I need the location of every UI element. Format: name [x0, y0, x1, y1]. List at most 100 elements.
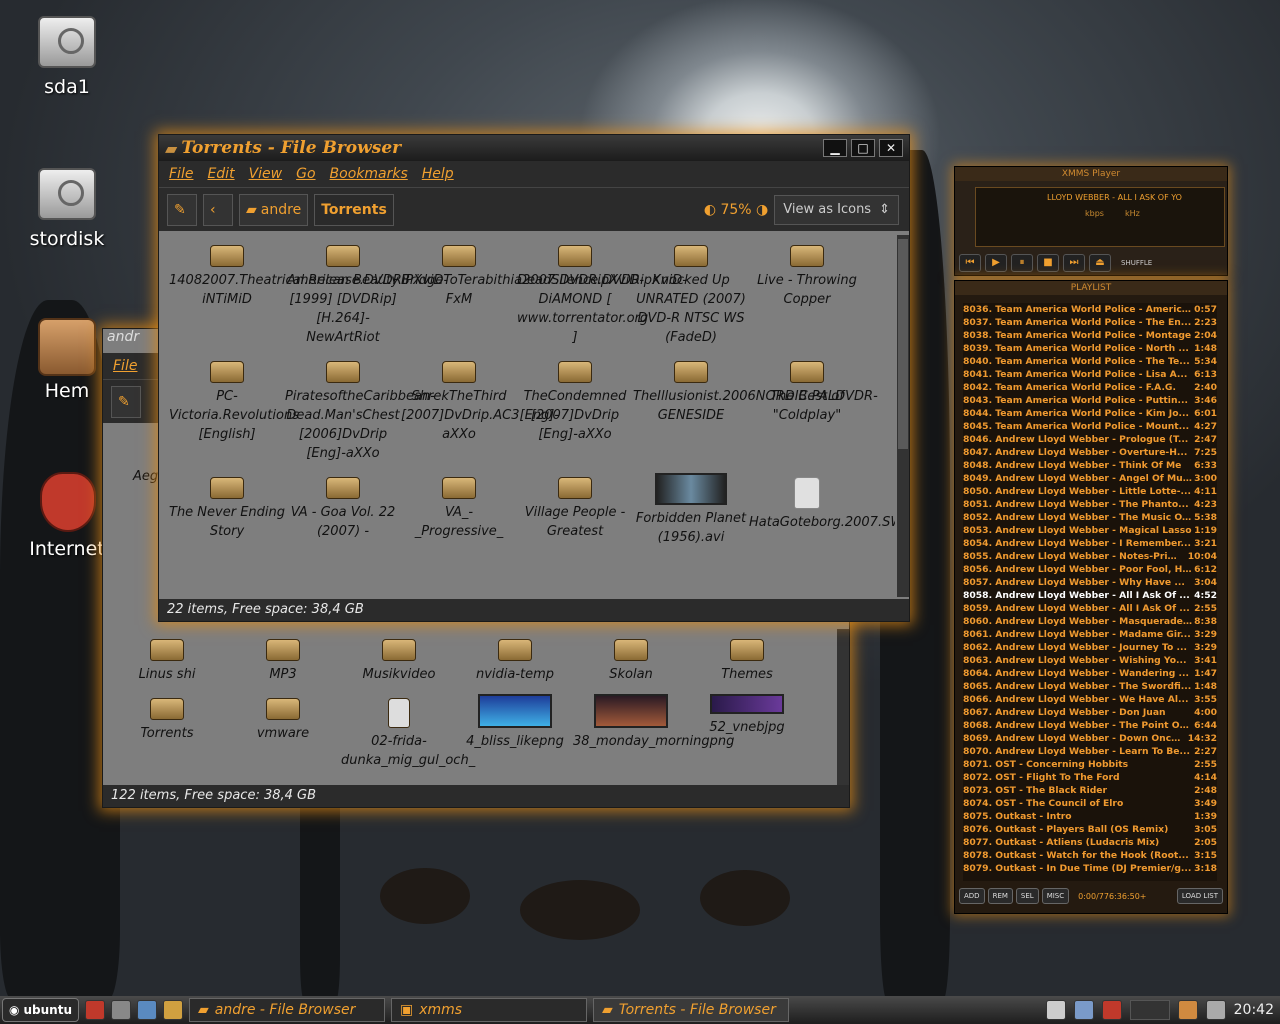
desktop-icon-sda1[interactable]: sda1 — [12, 10, 122, 98]
folder-item[interactable]: TheCondemned [2007]DvDrip [Eng]-aXXo — [517, 357, 633, 463]
select-button[interactable]: SEL — [1015, 888, 1039, 904]
playlist-track[interactable]: 8043. Team America World Police - Puttin… — [963, 394, 1217, 407]
playlist-track[interactable]: 8056. Andrew Lloyd Webber - Poor Fool, H… — [963, 563, 1217, 576]
playlist-track[interactable]: 8072. OST - Flight To The Ford 4:14 — [963, 771, 1217, 784]
clock[interactable]: 20:42 — [1234, 1002, 1280, 1018]
zoom-level[interactable]: ◐ 75% ◑ — [704, 202, 768, 218]
playlist-track[interactable]: 8036. Team America World Police - Americ… — [963, 303, 1217, 316]
folder-item[interactable]: nvidia-temp — [457, 635, 573, 684]
file-item[interactable]: 38_monday_morningpng — [573, 694, 734, 770]
folder-item[interactable]: 14082007.Theatrical.Release.DVDRiPXviD-i… — [169, 241, 448, 347]
previous-button[interactable]: ⏮ — [959, 254, 981, 272]
ubuntu-menu-button[interactable]: ◉ ubuntu — [2, 998, 79, 1022]
playlist-track[interactable]: 8038. Team America World Police - Montag… — [963, 329, 1217, 342]
video-file-item[interactable]: Forbidden Planet (1956).avi — [633, 473, 749, 547]
playlist-track[interactable]: 8077. Outkast - Atliens (Ludacris Mix) 2:… — [963, 836, 1217, 849]
folder-item[interactable]: PiratesoftheCaribbean-Dead.Man'sChest [2… — [285, 357, 435, 463]
playlist-track[interactable]: 8058. Andrew Lloyd Webber - All I Ask Of… — [963, 589, 1217, 602]
playlist-track[interactable]: 8047. Andrew Lloyd Webber - Overture-H..… — [963, 446, 1217, 459]
folder-item[interactable]: VA_-_Progressive_ — [401, 473, 517, 547]
xmms-player-window[interactable]: XMMS Player LLOYD WEBBER - ALL I ASK OF … — [954, 166, 1228, 276]
playlist-track[interactable]: 8073. OST - The Black Rider 2:48 — [963, 784, 1217, 797]
folder-item[interactable]: American Beauty [1999] [DVDRip][H.264]-N… — [285, 241, 401, 347]
playlist-track[interactable]: 8045. Team America World Police - Mount.… — [963, 420, 1217, 433]
playlist-track[interactable]: 8067. Andrew Lloyd Webber - Don Juan 4:00 — [963, 706, 1217, 719]
menu-file[interactable]: File — [169, 166, 193, 182]
back-icon[interactable]: ‹ — [203, 193, 233, 226]
scrollbar[interactable] — [897, 235, 909, 597]
playlist-track[interactable]: 8076. Outkast - Players Ball (OS Remix) 3… — [963, 823, 1217, 836]
path-button-torrents[interactable]: Torrents — [314, 193, 394, 226]
chat-launcher-icon[interactable] — [162, 1000, 183, 1020]
folder-item[interactable]: MP3 — [225, 635, 341, 684]
update-tray-icon[interactable] — [1101, 1000, 1122, 1020]
play-button[interactable]: ▶ — [985, 254, 1007, 272]
playlist-track[interactable]: 8050. Andrew Lloyd Webber - Little Lotte… — [963, 485, 1217, 498]
folder-item[interactable]: ShrekTheThird [2007]DvDrip.AC3[Eng]-aXXo — [401, 357, 559, 463]
playlist-track[interactable]: 8070. Andrew Lloyd Webber - Learn To Be.… — [963, 745, 1217, 758]
playlist-track[interactable]: 8062. Andrew Lloyd Webber - Journey To .… — [963, 641, 1217, 654]
maximize-button[interactable]: □ — [851, 139, 875, 157]
playlist-track[interactable]: 8066. Andrew Lloyd Webber - We Have Al..… — [963, 693, 1217, 706]
task-xmms[interactable]: ▣ xmms — [390, 998, 587, 1022]
pause-button[interactable]: ⏸ — [1011, 254, 1033, 272]
playlist-track[interactable]: 8041. Team America World Police - Lisa A… — [963, 368, 1217, 381]
playlist-track[interactable]: 8055. Andrew Lloyd Webber - Notes-Prim..… — [963, 550, 1217, 563]
folder-item[interactable]: Knocked Up UNRATED (2007) DVD-R NTSC WS … — [633, 241, 749, 347]
menu-go[interactable]: Go — [296, 166, 315, 182]
menu-help[interactable]: Help — [422, 166, 454, 182]
view-mode-select[interactable]: View as Icons ⇕ — [774, 194, 899, 225]
playlist-track[interactable]: 8059. Andrew Lloyd Webber - All I Ask Of… — [963, 602, 1217, 615]
chat-tray-icon[interactable] — [1045, 1000, 1066, 1020]
folder-item[interactable]: PC-Victoria.Revolutions [English] — [169, 357, 299, 463]
stop-button[interactable]: ■ — [1037, 254, 1059, 272]
folder-item[interactable]: DeadSilence.DVDRipXviD-DiAMOND [ www.tor… — [517, 241, 687, 347]
network-launcher-icon[interactable] — [136, 1000, 157, 1020]
playlist-track[interactable]: 8046. Andrew Lloyd Webber - Prologue (T.… — [963, 433, 1217, 446]
playlist-track[interactable]: 8054. Andrew Lloyd Webber - I Remember..… — [963, 537, 1217, 550]
task-andre-file-browser[interactable]: ▰ andre - File Browser — [188, 998, 385, 1022]
xmms-playlist-window[interactable]: PLAYLIST 8036. Team America World Police… — [954, 280, 1228, 914]
playlist-track[interactable]: 8042. Team America World Police - F.A.G.… — [963, 381, 1217, 394]
next-button[interactable]: ⏭ — [1063, 254, 1085, 272]
menu-file[interactable]: File — [113, 358, 137, 374]
titlebar[interactable]: ▰ Torrents - File Browser ▁ □ ✕ — [159, 135, 909, 161]
load-list-button[interactable]: LOAD LIST — [1176, 888, 1223, 904]
file-item[interactable]: 4_bliss_likepng — [457, 694, 573, 770]
file-item[interactable]: 52_vnebjpg — [689, 694, 805, 770]
path-button-andre[interactable]: ▰ andre — [239, 193, 309, 226]
close-button[interactable]: ✕ — [879, 139, 903, 157]
playlist-track[interactable]: 8057. Andrew Lloyd Webber - Why Have ...… — [963, 576, 1217, 589]
playlist-track[interactable]: 8039. Team America World Police - North … — [963, 342, 1217, 355]
folder-item[interactable]: Themes — [689, 635, 805, 684]
folder-item[interactable]: The Best of "Coldplay" — [749, 357, 865, 463]
playlist-list[interactable]: 8036. Team America World Police - Americ… — [963, 303, 1217, 881]
playlist-track[interactable]: 8065. Andrew Lloyd Webber - The Swordfi.… — [963, 680, 1217, 693]
folder-item[interactable]: Torrents — [109, 694, 225, 770]
battery-tray-icon[interactable] — [1205, 1000, 1226, 1020]
workspace-switcher[interactable] — [1129, 1000, 1170, 1020]
notes-icon[interactable]: ✎ — [111, 385, 141, 418]
playlist-track[interactable]: 8049. Andrew Lloyd Webber - Angel Of Mu.… — [963, 472, 1217, 485]
playlist-track[interactable]: 8037. Team America World Police - The En… — [963, 316, 1217, 329]
folder-item[interactable]: Village People - Greatest — [517, 473, 633, 547]
playlist-track[interactable]: 8061. Andrew Lloyd Webber - Madame Gir..… — [963, 628, 1217, 641]
playlist-track[interactable]: 8068. Andrew Lloyd Webber - The Point Of… — [963, 719, 1217, 732]
playlist-track[interactable]: 8048. Andrew Lloyd Webber - Think Of Me 6… — [963, 459, 1217, 472]
folder-item[interactable]: TheIllusionist.2006NORDIC.PALDVDR-GENESI… — [633, 357, 878, 463]
menu-view[interactable]: View — [249, 166, 283, 182]
menu-bookmarks[interactable]: Bookmarks — [330, 166, 408, 182]
playlist-track[interactable]: 8079. Outkast - In Due Time (DJ Premier/… — [963, 862, 1217, 875]
folder-item[interactable]: BridgeToTerabithia2007.DVDRipXviD-FxM — [401, 241, 644, 347]
folder-item[interactable]: Live - Throwing Copper — [749, 241, 865, 347]
file-item[interactable]: HataGoteborg.2007.SWEDiSH. — [749, 473, 895, 547]
file-item[interactable]: 02-frida-dunka_mig_gul_och_ — [341, 694, 475, 770]
network-tray-icon[interactable] — [1073, 1000, 1094, 1020]
menu-edit[interactable]: Edit — [207, 166, 234, 182]
folder-item[interactable]: Musikvideo — [341, 635, 457, 684]
desktop-icon-stordisk[interactable]: stordisk — [12, 162, 122, 250]
folder-item[interactable]: VA - Goa Vol. 22 (2007) - — [285, 473, 401, 547]
playlist-track[interactable]: 8044. Team America World Police - Kim Jo… — [963, 407, 1217, 420]
torrents-file-browser-window[interactable]: ▰ Torrents - File Browser ▁ □ ✕ File Edi… — [158, 134, 910, 622]
playlist-track[interactable]: 8051. Andrew Lloyd Webber - The Phanto..… — [963, 498, 1217, 511]
